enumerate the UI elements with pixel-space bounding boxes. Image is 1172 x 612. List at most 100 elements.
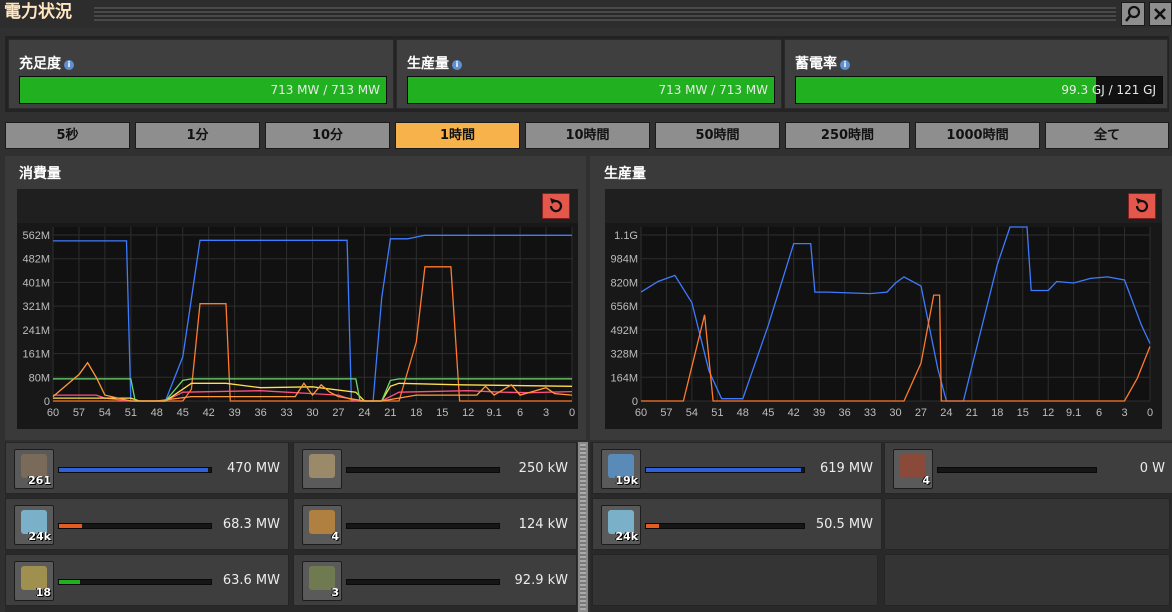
search-button[interactable]: [1121, 2, 1145, 26]
x-tick-label: 27: [332, 407, 344, 419]
power-value: 50.5 MW: [815, 517, 873, 532]
x-tick-label: 21: [384, 407, 396, 419]
reset-button[interactable]: [542, 193, 570, 219]
power-value: 0 W: [1139, 461, 1165, 476]
producer-c[interactable]: 24k 50.5 MW: [592, 498, 882, 550]
info-icon[interactable]: i: [64, 60, 74, 70]
x-tick-label: 3: [1121, 407, 1127, 419]
panel-title: 生産量: [604, 166, 646, 182]
entity-icon-box: 24k: [601, 505, 641, 545]
producer-list: 19k 619 MW 4 0 W 24k 50.5 MW: [590, 442, 1172, 612]
consumer-a[interactable]: 261 470 MW: [5, 442, 289, 494]
x-tick-label: 39: [229, 407, 241, 419]
tab-7[interactable]: 1000時間: [915, 122, 1040, 149]
stat-production: 生産量 i 713 MW / 713 MW: [396, 39, 782, 109]
consumer-c[interactable]: 24k 68.3 MW: [5, 498, 289, 550]
power-value: 124 kW: [518, 517, 568, 532]
scrollbar-thumb[interactable]: [580, 444, 586, 610]
x-tick-label: 60: [635, 407, 647, 419]
x-tick-label: 30: [306, 407, 318, 419]
power-bar: [937, 467, 1097, 473]
x-tick-label: 48: [737, 407, 749, 419]
x-tick-label: 18: [991, 407, 1003, 419]
close-icon: [1154, 8, 1166, 20]
entity-count: 4: [922, 474, 930, 487]
x-tick-label: 57: [660, 407, 672, 419]
x-tick-label: 18: [410, 407, 422, 419]
panel-title: 消費量: [19, 166, 61, 182]
close-button[interactable]: [1149, 2, 1172, 26]
power-value: 68.3 MW: [222, 517, 280, 532]
tab-4[interactable]: 10時間: [525, 122, 650, 149]
power-bar: [58, 467, 212, 473]
entity-icon-box: 19k: [601, 449, 641, 489]
stat-label: 生産量: [407, 56, 449, 72]
entity-icon-box: 24k: [14, 505, 54, 545]
power-bar: [346, 467, 500, 473]
entity-icon-box: [302, 449, 342, 489]
x-tick-label: 60: [47, 407, 59, 419]
consumption-chart: 60 57 54 51 48 45 42 39 36 33 30 27 24 21 18 15 12 9.1 6 3 0…: [17, 189, 578, 429]
consumption-chart-svg: 60 57 54 51 48 45 42 39 36 33 30 27 24 21 18 15 12 9.1 6 3 0…: [17, 189, 578, 419]
consumer-b[interactable]: 250 kW: [293, 442, 577, 494]
x-tick-label: 27: [915, 407, 927, 419]
y-tick-label: 321M: [22, 301, 50, 313]
tab-0[interactable]: 5秒: [5, 122, 130, 149]
x-tick-label: 33: [280, 407, 292, 419]
entity-icon-box: 261: [14, 449, 54, 489]
x-tick-label: 51: [125, 407, 137, 419]
production-chart-svg: 60 57 54 51 48 45 42 39 36 33 30 27 24 21 18 15 12 9.1 6 3 0…: [605, 189, 1162, 419]
tab-1[interactable]: 1分: [135, 122, 260, 149]
stats-bar: 充足度 i 713 MW / 713 MW 生産量 i 713 MW / 713 M…: [5, 36, 1169, 112]
reset-icon: [549, 198, 563, 213]
time-range-tabs: 5秒 1分 10分 1時間 10時間 50時間 250時間 1000時間 全て: [5, 120, 1169, 152]
consumer-d[interactable]: 4 124 kW: [293, 498, 577, 550]
window-title: 電力状況: [4, 2, 72, 22]
y-tick-label: 80M: [29, 372, 50, 384]
power-bar: [346, 579, 500, 585]
x-tick-label: 0: [569, 407, 575, 419]
consumer-list: 261 470 MW 250 kW 24k 68.3 MW 4 124 kW 18 63.6 M…: [5, 442, 577, 612]
y-tick-label: 984M: [610, 254, 638, 266]
tab-6[interactable]: 250時間: [785, 122, 910, 149]
x-tick-label: 3: [543, 407, 549, 419]
power-value: 92.9 kW: [514, 573, 568, 588]
x-tick-label: 45: [762, 407, 774, 419]
scrollbar[interactable]: [578, 442, 588, 612]
production-chart: 60 57 54 51 48 45 42 39 36 33 30 27 24 21 18 15 12 9.1 6 3 0…: [605, 189, 1162, 429]
producer-b[interactable]: 4 0 W: [884, 442, 1172, 494]
x-tick-label: 54: [686, 407, 698, 419]
search-icon: [1124, 5, 1141, 22]
x-tick-label: 39: [813, 407, 825, 419]
power-value: 619 MW: [819, 461, 873, 476]
power-bar: [346, 523, 500, 529]
tab-5[interactable]: 50時間: [655, 122, 780, 149]
reset-button[interactable]: [1128, 193, 1156, 219]
info-icon[interactable]: i: [452, 60, 462, 70]
accumulator-bar-fill: [796, 77, 1097, 103]
entity-count: 261: [28, 474, 51, 487]
power-bar: [58, 579, 212, 585]
power-bar: [645, 467, 805, 473]
producer-a[interactable]: 19k 619 MW: [592, 442, 882, 494]
drag-handle[interactable]: [94, 7, 1116, 21]
consumer-f[interactable]: 3 92.9 kW: [293, 554, 577, 606]
entity-count: 24k: [615, 530, 638, 543]
accumulator-value: 99.3 GJ / 121 GJ: [1061, 83, 1156, 97]
info-icon[interactable]: i: [840, 60, 850, 70]
consumer-e[interactable]: 18 63.6 MW: [5, 554, 289, 606]
empty-slot: [884, 554, 1170, 606]
title-bar: 電力状況: [0, 0, 1172, 28]
x-tick-label: 51: [711, 407, 723, 419]
y-tick-label: 492M: [610, 325, 638, 337]
y-tick-label: 328M: [610, 349, 638, 361]
tab-3[interactable]: 1時間: [395, 122, 520, 149]
x-tick-label: 15: [436, 407, 448, 419]
stat-label: 蓄電率: [795, 56, 837, 72]
x-tick-label: 54: [99, 407, 111, 419]
tab-2[interactable]: 10分: [265, 122, 390, 149]
stat-label: 充足度: [19, 56, 61, 72]
x-tick-label: 36: [254, 407, 266, 419]
tab-8[interactable]: 全て: [1045, 122, 1169, 149]
x-tick-label: 45: [177, 407, 189, 419]
